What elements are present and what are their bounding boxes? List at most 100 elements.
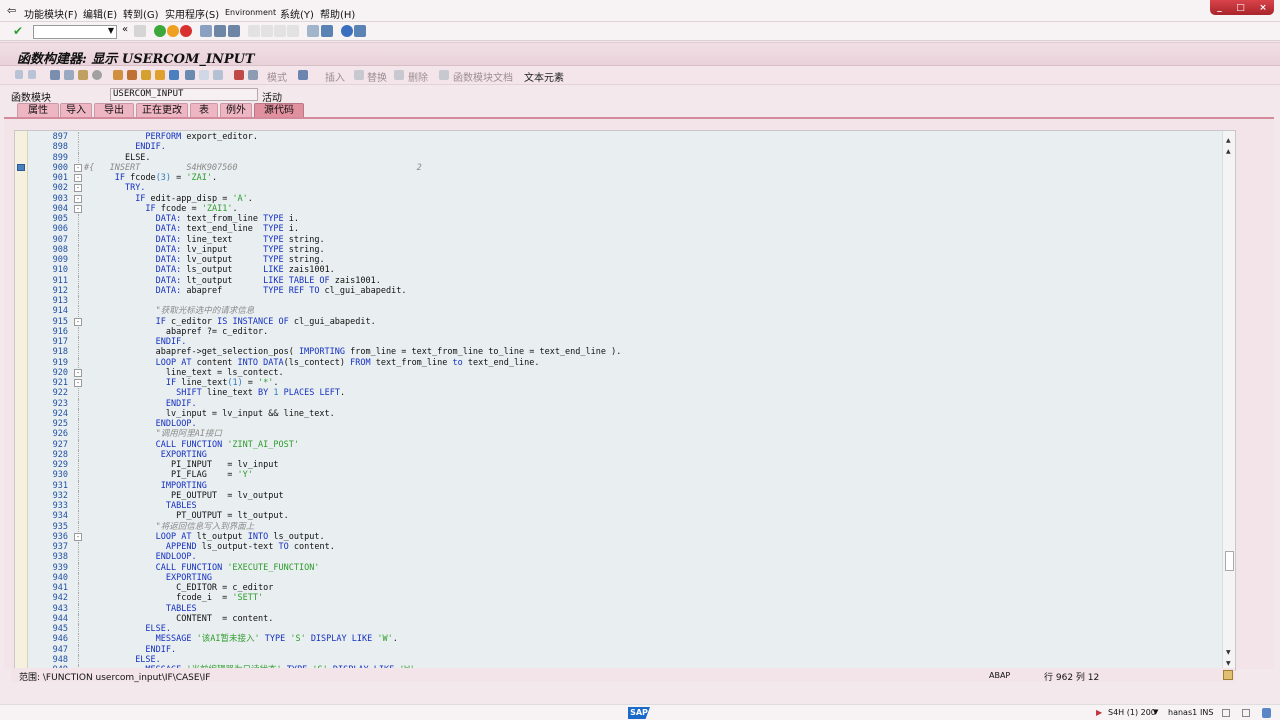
- code-line[interactable]: fcode_i = 'SETT': [84, 593, 263, 603]
- pencil-icon[interactable]: [127, 70, 137, 80]
- tab-import[interactable]: 导入: [60, 103, 92, 117]
- code-line[interactable]: PT_OUTPUT = lt_output.: [84, 511, 289, 521]
- system-info[interactable]: S4H (1) 200: [1108, 708, 1156, 717]
- code-line[interactable]: MESSAGE '该AI暂未接入' TYPE 'S' DISPLAY LIKE …: [84, 634, 398, 644]
- code-line[interactable]: DATA: abapref TYPE REF TO cl_gui_abapedi…: [84, 286, 407, 296]
- code-view[interactable]: 897 PERFORM export_editor. 898 ENDIF. 899 …: [28, 131, 1223, 670]
- fold-marker-icon[interactable]: -: [74, 204, 82, 213]
- replace-button[interactable]: 替换: [367, 69, 387, 84]
- print-icon[interactable]: [200, 25, 212, 37]
- scroll-down-icon[interactable]: ▼: [1226, 660, 1231, 667]
- cancel-icon[interactable]: [180, 25, 192, 37]
- code-line[interactable]: LOOP AT content INTO DATA(ls_contect) FR…: [84, 358, 540, 368]
- function-module-field[interactable]: USERCOM_INPUT: [110, 88, 258, 101]
- code-line[interactable]: DATA: line_text TYPE string.: [84, 235, 325, 245]
- tab-exceptions[interactable]: 例外: [220, 103, 252, 117]
- activate-icon[interactable]: [92, 70, 102, 80]
- play-icon[interactable]: ▶: [1096, 708, 1102, 717]
- tab-attributes[interactable]: 属性: [17, 103, 59, 117]
- insert-button[interactable]: 插入: [325, 69, 345, 84]
- tab-changing[interactable]: 正在更改: [136, 103, 188, 117]
- fold-marker-icon[interactable]: -: [74, 368, 82, 377]
- abap-editor[interactable]: 897 PERFORM export_editor. 898 ENDIF. 899 …: [14, 130, 1236, 671]
- previous-page-icon[interactable]: [261, 25, 273, 37]
- fold-marker-icon[interactable]: -: [74, 532, 82, 541]
- documentation-icon[interactable]: [439, 70, 449, 80]
- scroll-page-up-icon[interactable]: ▲: [1226, 148, 1231, 155]
- scrollbar-thumb[interactable]: [1225, 551, 1234, 571]
- maximize-button[interactable]: □: [1236, 3, 1245, 13]
- test-icon[interactable]: [185, 70, 195, 80]
- code-line[interactable]: "获取光标选中的请求信息: [84, 306, 255, 316]
- lock-icon[interactable]: [1262, 708, 1271, 718]
- pattern-icon[interactable]: [199, 70, 209, 80]
- code-line[interactable]: DATA: ls_output LIKE zais1001.: [84, 265, 335, 275]
- code-line[interactable]: SHIFT line_text BY 1 PLACES LEFT.: [84, 388, 345, 398]
- code-line[interactable]: abapref->get_selection_pos( IMPORTING fr…: [84, 347, 622, 357]
- tree-icon[interactable]: [169, 70, 179, 80]
- where-used-icon[interactable]: [113, 70, 123, 80]
- code-line[interactable]: EXPORTING: [84, 450, 207, 460]
- tab-export[interactable]: 导出: [94, 103, 134, 117]
- find-icon[interactable]: [214, 25, 226, 37]
- code-line[interactable]: ENDIF.: [84, 337, 187, 347]
- breakpoint-icon[interactable]: [234, 70, 244, 80]
- minimize-button[interactable]: _: [1217, 3, 1222, 13]
- code-line[interactable]: DATA: lt_output LIKE TABLE OF zais1001.: [84, 276, 381, 286]
- enter-checkmark-icon[interactable]: ✔: [13, 24, 25, 38]
- tab-tables[interactable]: 表: [190, 103, 218, 117]
- layout-menu-icon[interactable]: [354, 25, 366, 37]
- fold-marker-icon[interactable]: -: [74, 194, 82, 203]
- menu-help[interactable]: 帮助(H): [320, 6, 355, 21]
- editor-settings-icon[interactable]: [1223, 670, 1233, 680]
- code-line[interactable]: DATA: text_end_line TYPE i.: [84, 224, 299, 234]
- close-button[interactable]: ×: [1259, 3, 1267, 13]
- code-line[interactable]: IMPORTING: [84, 481, 207, 491]
- find-next-icon[interactable]: [228, 25, 240, 37]
- mode-button[interactable]: 模式: [267, 69, 287, 84]
- code-line[interactable]: IF line_text(1) = '*'.: [84, 378, 279, 388]
- code-line[interactable]: ENDIF.: [84, 142, 166, 152]
- hierarchy-icon[interactable]: [141, 70, 151, 80]
- code-line[interactable]: PERFORM export_editor.: [84, 132, 258, 142]
- display-change-icon[interactable]: [50, 70, 60, 80]
- tab-source-code[interactable]: 源代码: [254, 103, 304, 117]
- exit-icon[interactable]: [167, 25, 179, 37]
- code-line[interactable]: TABLES: [84, 604, 197, 614]
- code-line[interactable]: TABLES: [84, 501, 197, 511]
- watchpoint-icon[interactable]: [248, 70, 258, 80]
- code-line[interactable]: IF c_editor IS INSTANCE OF cl_gui_abaped…: [84, 317, 376, 327]
- code-line[interactable]: ENDIF.: [84, 399, 197, 409]
- info-icon[interactable]: [213, 70, 223, 80]
- command-history-icon[interactable]: «: [122, 24, 134, 36]
- fold-marker-icon[interactable]: -: [74, 379, 82, 387]
- function-module-doc-button[interactable]: 函数模块文档: [453, 69, 513, 84]
- code-line[interactable]: CALL FUNCTION 'EXECUTE_FUNCTION': [84, 563, 320, 573]
- fold-marker-icon[interactable]: -: [74, 163, 82, 172]
- last-page-icon[interactable]: [287, 25, 299, 37]
- window-icon[interactable]: [1222, 709, 1230, 717]
- code-line[interactable]: C_EDITOR = c_editor: [84, 583, 273, 593]
- delete-button[interactable]: 删除: [408, 69, 428, 84]
- other-object-icon[interactable]: [64, 70, 74, 80]
- check-icon[interactable]: [78, 70, 88, 80]
- code-line[interactable]: line_text = ls_contect.: [84, 368, 284, 378]
- first-page-icon[interactable]: [248, 25, 260, 37]
- menu-function-module[interactable]: 功能模块(F): [24, 6, 78, 21]
- menu-goto[interactable]: 转到(G): [123, 6, 159, 21]
- code-line[interactable]: IF fcode(3) = 'ZAI'.: [84, 173, 217, 183]
- code-line[interactable]: DATA: lv_output TYPE string.: [84, 255, 325, 265]
- menu-environment[interactable]: Environment: [225, 8, 276, 17]
- fold-marker-icon[interactable]: -: [74, 317, 82, 326]
- code-line[interactable]: ENDLOOP.: [84, 419, 197, 429]
- code-line[interactable]: DATA: text_from_line TYPE i.: [84, 214, 299, 224]
- command-field[interactable]: ▼: [33, 25, 117, 39]
- scroll-up-icon[interactable]: ▲: [1226, 137, 1231, 144]
- help-icon[interactable]: [341, 25, 353, 37]
- back-icon[interactable]: [154, 25, 166, 37]
- delete-icon[interactable]: [394, 70, 404, 80]
- forward-arrow-icon[interactable]: [28, 70, 36, 79]
- scroll-page-down-icon[interactable]: ▼: [1226, 649, 1231, 656]
- code-line[interactable]: ENDIF.: [84, 645, 176, 655]
- save-icon[interactable]: [134, 25, 146, 37]
